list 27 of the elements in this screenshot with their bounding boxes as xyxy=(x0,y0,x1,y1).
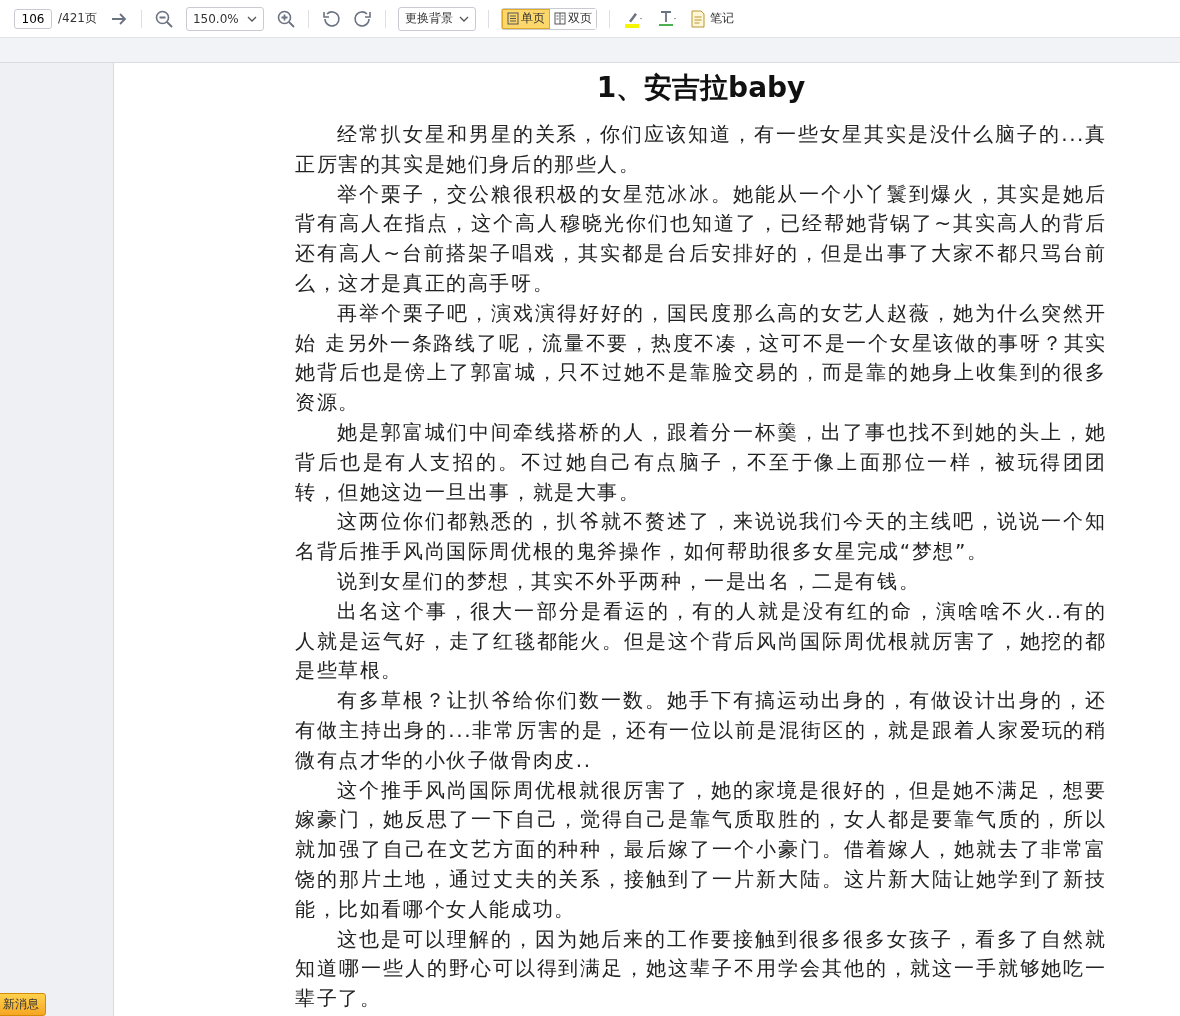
body-paragraph: 这个推手风尚国际周优根就很厉害了，她的家境是很好的，但是她不满足，想要嫁豪门，她反思了一下自己，觉得自己是靠气质取胜的，女人都是要靠气质的，所以就加强了自己在文艺方面的种种，最后嫁了一个小豪门。借着嫁人，她就去了非常富饶的那片土地，通过丈夫的关系，接触到了一片新大陆。这片新大陆让她学到了新技能，比如看哪个女人能成功。 xyxy=(295,776,1107,923)
view-mode-tab[interactable]: 单页 xyxy=(501,8,550,29)
background-dropdown[interactable]: 更换背景 xyxy=(397,6,476,31)
body-paragraph: 有多草根？让扒爷给你们数一数。她手下有搞运动出身的，有做设计出身的，还有做主持出身的...非常厉害的是，还有一位以前是混街区的，就是跟着人家爱玩的稍微有点才华的小伙子做骨肉皮.. xyxy=(295,687,1107,774)
notes-button[interactable]: 笔记 xyxy=(689,9,734,28)
zoom-in-icon[interactable] xyxy=(275,8,296,29)
body-paragraph: 这两位你们都熟悉的，扒爷就不赘述了，来说说我们今天的主线吧，说说一个知名背后推手风尚国际周优根的鬼斧操作，如何帮助很多女星完成“梦想”。 xyxy=(295,508,1107,566)
note-icon xyxy=(689,9,706,28)
body-paragraph: 她是郭富城们中间牵线搭桥的人，跟着分一杯羹，出了事也找不到她的头上，她背后也是有人支招的。不过她自己有点脑子，不至于像上面那位一样，被玩得团团转，但她这边一旦出事，就是大事。 xyxy=(295,418,1107,506)
zoom-dropdown[interactable]: 150.0% xyxy=(185,6,264,31)
new-message-badge[interactable]: 新消息 xyxy=(0,993,46,1016)
body-paragraph: 这也是可以理解的，因为她后来的工作要接触到很多很多女孩子，看多了自然就知道哪一些人的野心可以得到满足，她这辈子不用学会其他的，就这一手就够她吃一辈子了。 xyxy=(295,925,1107,1013)
body-paragraph: 经常扒女星和男星的关系，你们应该知道，有一些女星其实是没什么脑子的...真正厉害的其实是她们身后的那些人。 xyxy=(295,121,1107,178)
body-paragraph: 举个栗子，交公粮很积极的女星范冰冰。她能从一个小丫鬟到爆火，其实是她后背有高人在指点，这个高人穆晓光你们也知道了，已经帮她背锅了~其实高人的背后还有高人~台前搭架子唱戏，其实都是台后安排好的，但是出事了大家不都只骂台前么，这才是真正的高手呀。 xyxy=(295,180,1107,297)
caret-icon xyxy=(458,15,469,22)
caret-icon xyxy=(246,15,257,22)
page-total: /421页 xyxy=(58,10,97,27)
document-heading: 1、安吉拉baby xyxy=(595,70,807,106)
single-page-icon xyxy=(506,12,519,25)
body-paragraph: 说到女星们的梦想，其实不外乎两种，一是出名，二是有钱。 xyxy=(336,567,922,595)
zoom-out-icon[interactable] xyxy=(153,8,174,29)
rotate-right-icon[interactable] xyxy=(352,8,373,29)
double-page-icon xyxy=(553,12,566,25)
body-paragraph: 再举个栗子吧，演戏演得好好的，国民度那么高的女艺人赵薇，她为什么突然开始 走另外一条路线了呢，流量不要，热度不凑，这可不是一个女星该做的事呀？其实她背后也是傍上了郭富城，只不过她不是靠脸交易的，而是靠的她身上收集到的很多资源。 xyxy=(295,299,1107,417)
rotate-left-icon[interactable] xyxy=(320,8,341,29)
page-number-field[interactable]: 106 xyxy=(14,8,52,29)
body-paragraph: 出名这个事，很大一部分是看运的，有的人就是没有红的命，演啥啥不火..有的人就是运气好，走了红毯都能火。但是这个背后风尚国际周优根就厉害了，她挖的都是些草根。 xyxy=(295,597,1107,685)
